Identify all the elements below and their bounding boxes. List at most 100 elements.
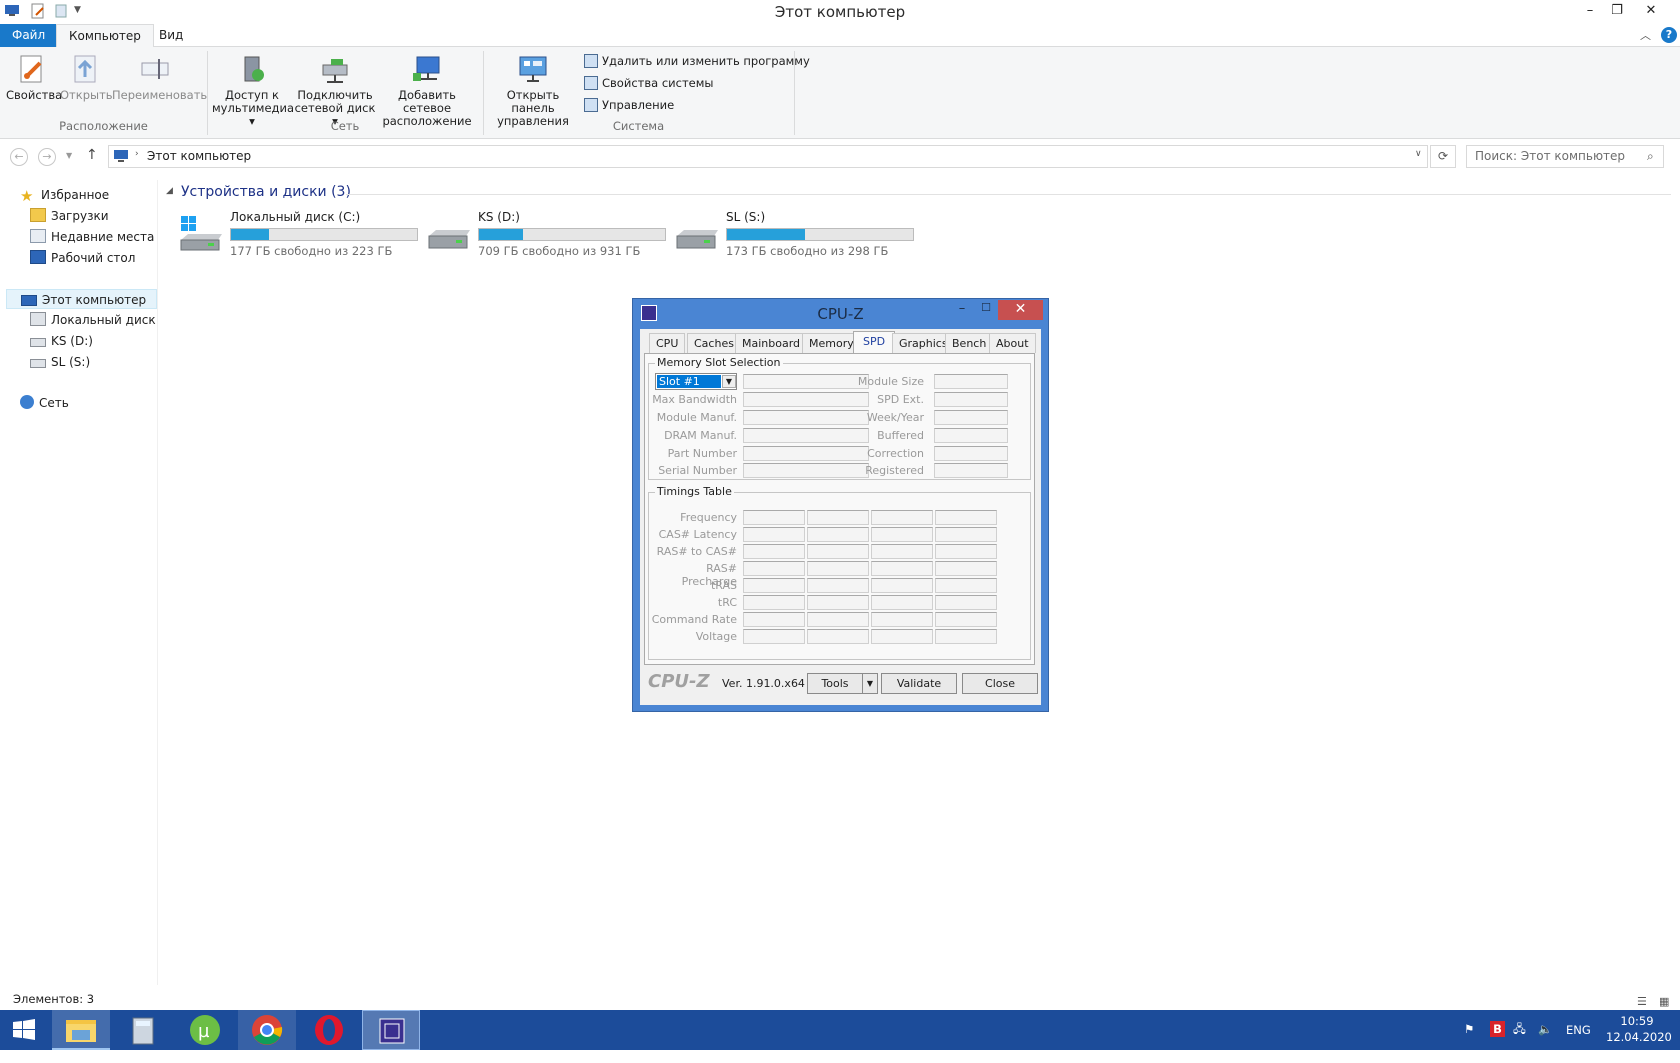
timing-cell xyxy=(871,510,933,525)
tab-computer[interactable]: Компьютер xyxy=(56,24,154,48)
drive-icon xyxy=(674,214,720,254)
taskbar-calculator[interactable] xyxy=(114,1010,172,1050)
tools-button[interactable]: Tools xyxy=(807,673,863,694)
nav-drive-d[interactable]: KS (D:) xyxy=(30,331,93,351)
properties-button[interactable]: Свойства xyxy=(6,53,62,102)
close-button[interactable]: ✕ xyxy=(1634,0,1668,22)
group-location-label: Расположение xyxy=(59,119,148,133)
manage-button[interactable]: Управление xyxy=(584,97,674,113)
search-icon: ⌕ xyxy=(1647,149,1654,163)
add-network-location-button[interactable]: Добавить сетевое расположение xyxy=(378,53,476,128)
drive-tile-c[interactable]: Локальный диск (C:) 177 ГБ свободно из 2… xyxy=(178,210,423,260)
address-row: ← → ▼ ↑ › Этот компьютер ∨ ⟳ Поиск: Этот… xyxy=(0,143,1680,171)
nav-this-pc[interactable]: Этот компьютер xyxy=(6,289,157,309)
breadcrumb-path[interactable]: Этот компьютер xyxy=(147,149,251,163)
cpuz-tab-caches[interactable]: Caches xyxy=(687,333,741,353)
cpuz-minimize-button[interactable]: – xyxy=(949,301,975,319)
tab-view[interactable]: Вид xyxy=(147,24,195,47)
action-center-icon[interactable]: ⚑ xyxy=(1464,1022,1474,1062)
taskbar-file-explorer[interactable] xyxy=(52,1010,110,1050)
close-dialog-button[interactable]: Close xyxy=(962,673,1038,694)
collapse-section-icon[interactable]: ◢ xyxy=(166,186,173,196)
nav-desktop[interactable]: Рабочий стол xyxy=(30,248,135,268)
spd-right-label: Week/Year xyxy=(866,411,924,424)
spd-panel: Memory Slot Selection Slot #1 ▼ Module S… xyxy=(644,353,1035,665)
spd-left-label: Serial Number xyxy=(658,464,737,477)
rename-button[interactable]: Переименовать xyxy=(112,53,207,102)
group-system-label: Система xyxy=(612,119,665,133)
nav-drive-c[interactable]: Локальный диск (C xyxy=(30,310,157,330)
clock[interactable]: 10:59 12.04.2020 xyxy=(1606,1014,1672,1054)
taskbar-cpuz[interactable] xyxy=(362,1010,420,1050)
taskbar-utorrent[interactable]: µ xyxy=(176,1010,234,1050)
nav-recent[interactable]: Недавние места xyxy=(30,227,154,247)
system-properties-label: Свойства системы xyxy=(602,76,714,90)
timing-cell xyxy=(743,561,805,576)
nav-downloads[interactable]: Загрузки xyxy=(30,206,109,226)
volume-icon[interactable]: 🔈 xyxy=(1538,1022,1552,1062)
tab-file[interactable]: Файл xyxy=(0,24,56,47)
cpuz-tab-mainboard[interactable]: Mainboard xyxy=(735,333,808,353)
nav-network[interactable]: Сеть xyxy=(20,393,69,413)
details-view-icon[interactable]: ☰ xyxy=(1637,993,1647,1011)
nav-favorites[interactable]: ★ Избранное xyxy=(20,185,109,205)
desktop-icon xyxy=(30,250,46,264)
timing-cell xyxy=(807,544,869,559)
system-properties-button[interactable]: Свойства системы xyxy=(584,75,713,91)
section-header[interactable]: Устройства и диски (3) xyxy=(181,184,351,200)
address-dropdown-icon[interactable]: ∨ xyxy=(1415,149,1422,159)
spd-right-value xyxy=(934,410,1008,425)
spd-left-label: Max Bandwidth xyxy=(652,393,737,406)
help-icon[interactable]: ? xyxy=(1661,27,1677,43)
map-network-drive-button[interactable]: Подключить сетевой диск ▾ xyxy=(294,53,376,128)
cpuz-tab-bench[interactable]: Bench xyxy=(945,333,994,353)
collapse-ribbon-icon[interactable]: ︿ xyxy=(1640,27,1651,43)
start-button[interactable] xyxy=(0,1010,48,1050)
restore-button[interactable]: ❐ xyxy=(1600,0,1634,22)
nav-drive-s[interactable]: SL (S:) xyxy=(30,352,90,372)
network-tray-icon[interactable]: 🖧 xyxy=(1513,1022,1526,1062)
drive-name: SL (S:) xyxy=(726,210,766,224)
drive-tile-d[interactable]: KS (D:) 709 ГБ свободно из 931 ГБ xyxy=(426,210,671,260)
tools-dropdown-icon[interactable]: ▼ xyxy=(862,673,878,694)
timing-label: Voltage xyxy=(695,630,737,643)
search-input[interactable]: Поиск: Этот компьютер ⌕ xyxy=(1466,145,1664,168)
address-bar[interactable]: › Этот компьютер ∨ xyxy=(108,145,1428,168)
uninstall-program-button[interactable]: Удалить или изменить программу xyxy=(584,53,810,69)
cpuz-tab-about[interactable]: About xyxy=(989,333,1036,353)
open-control-panel-button[interactable]: Открыть панель управления xyxy=(488,53,578,128)
timing-cell xyxy=(743,510,805,525)
taskbar-chrome[interactable] xyxy=(238,1010,296,1050)
slot-select-value: Slot #1 xyxy=(657,375,721,388)
slot-dropdown-icon[interactable]: ▼ xyxy=(722,375,736,388)
status-bar: Элементов: 3 ☰ ▦ xyxy=(0,990,1680,1010)
timing-cell xyxy=(807,578,869,593)
nav-label: Локальный диск (C xyxy=(51,313,157,327)
spd-right-value xyxy=(934,392,1008,407)
nav-label: Избранное xyxy=(41,188,110,202)
cpuz-tab-memory[interactable]: Memory xyxy=(802,333,861,353)
validate-button[interactable]: Validate xyxy=(881,673,957,694)
open-button[interactable]: Открыть xyxy=(60,53,113,102)
cpuz-maximize-button[interactable]: ☐ xyxy=(975,301,997,319)
breadcrumb-chevron-icon[interactable]: › xyxy=(135,149,139,159)
forward-button[interactable]: → xyxy=(38,148,56,166)
taskbar-opera[interactable] xyxy=(300,1010,358,1050)
back-button[interactable]: ← xyxy=(10,148,28,166)
cpuz-tab-spd[interactable]: SPD xyxy=(853,331,896,353)
drive-tile-s[interactable]: SL (S:) 173 ГБ свободно из 298 ГБ xyxy=(674,210,919,260)
up-button[interactable]: ↑ xyxy=(86,147,98,163)
cpuz-close-button[interactable]: ✕ xyxy=(998,300,1043,320)
timing-cell xyxy=(743,612,805,627)
slot-select[interactable]: Slot #1 ▼ xyxy=(655,373,737,390)
language-indicator[interactable]: ENG xyxy=(1566,1023,1591,1063)
cpuz-version: Ver. 1.91.0.x64 xyxy=(722,677,805,690)
large-icons-view-icon[interactable]: ▦ xyxy=(1659,993,1669,1011)
cpuz-tab-cpu[interactable]: CPU xyxy=(649,333,686,353)
recent-locations-icon[interactable]: ▼ xyxy=(66,151,72,160)
media-access-button[interactable]: Доступ к мультимедиа ▾ xyxy=(212,53,294,128)
refresh-button[interactable]: ⟳ xyxy=(1430,145,1456,168)
browser-tray-icon[interactable]: В xyxy=(1490,1021,1505,1037)
spd-right-value xyxy=(934,446,1008,461)
ribbon-tabs: Файл Компьютер Вид ︿ ? xyxy=(0,24,1680,48)
